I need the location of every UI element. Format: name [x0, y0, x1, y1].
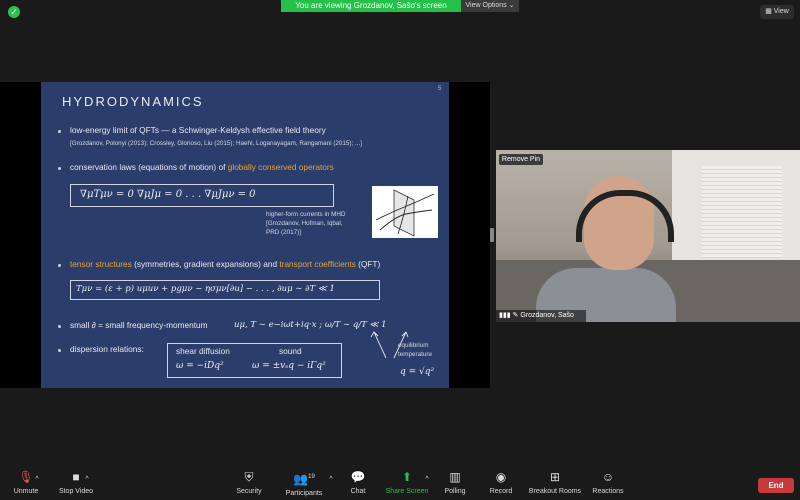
- sound-dispersion-equation: ω = ±vₛq − iΓq²: [252, 361, 326, 371]
- transport-coefficients-highlight: transport coefficients: [279, 259, 356, 269]
- slide-page-number: 5: [438, 86, 442, 92]
- video-options-caret[interactable]: ^: [82, 476, 92, 483]
- membrane-diagram-icon: [375, 189, 435, 237]
- participants-button[interactable]: 👥19 Participants: [282, 470, 326, 497]
- polling-button[interactable]: ▥ Polling: [442, 470, 468, 495]
- view-options-label: View Options: [465, 2, 507, 9]
- security-button[interactable]: ⛨ Security: [232, 470, 266, 495]
- unmute-label: Unmute: [13, 488, 39, 495]
- security-label: Security: [236, 488, 262, 495]
- record-button[interactable]: ◉ Record: [488, 470, 514, 495]
- view-button[interactable]: ▦ View: [760, 5, 794, 19]
- shield-icon: ⛨: [244, 470, 254, 484]
- participants-icon: 👥19: [293, 472, 315, 486]
- bullet-icon: [58, 167, 61, 170]
- participants-label: Participants: [285, 490, 323, 497]
- bullet-tensor: tensor structures (symmetries, gradient …: [70, 259, 380, 269]
- breakout-rooms-button[interactable]: ⊞ Breakout Rooms: [528, 470, 582, 495]
- chevron-down-icon: ⌄: [508, 2, 515, 9]
- shear-diffusion-label: shear diffusion: [176, 346, 230, 356]
- remove-pin-button[interactable]: Remove Pin: [499, 154, 543, 165]
- bar-chart-icon: ▥: [449, 470, 461, 484]
- mhd-note-line3: PRD (2017)]: [266, 229, 301, 236]
- breakout-rooms-label: Breakout Rooms: [528, 488, 582, 495]
- bullet-icon: [58, 325, 61, 328]
- frequency-momentum-equation: uμ, T ∼ e−iωt+iq·x ; ω/T ∼ q/T ≪ 1: [234, 320, 387, 330]
- stop-video-label: Stop Video: [58, 488, 94, 495]
- tensor-end-text: (QFT): [355, 259, 381, 269]
- participant-name-bar: ▮▮▮ ✎ Grozdanov, Sašo: [496, 310, 586, 322]
- chevron-up-icon: ^: [329, 476, 333, 483]
- chevron-up-icon: ^: [85, 476, 89, 483]
- smiley-icon: ☺: [601, 470, 615, 484]
- view-options-button[interactable]: View Options ⌄: [461, 0, 519, 12]
- tensor-mid-text: (symmetries, gradient expansions) and: [131, 259, 280, 269]
- record-label: Record: [489, 488, 513, 495]
- security-shield-icon[interactable]: ✓: [8, 6, 20, 18]
- chat-label: Chat: [350, 488, 366, 495]
- annotation-arrows-icon: [370, 331, 409, 359]
- membrane-figure: [372, 186, 438, 238]
- bullet-icon: [58, 264, 61, 267]
- breakout-rooms-icon: ⊞: [549, 470, 561, 484]
- conserved-operators-highlight: globally conserved operators: [227, 162, 334, 172]
- unpin-icon: ✎: [512, 312, 519, 319]
- end-meeting-button[interactable]: End: [758, 478, 794, 493]
- reactions-button[interactable]: ☺ Reactions: [590, 470, 626, 495]
- signal-strength-icon: ▮▮▮: [499, 312, 511, 319]
- sound-label: sound: [279, 346, 302, 356]
- equilibrium-label: equilibrium: [398, 342, 429, 349]
- split-view-handle[interactable]: [490, 228, 494, 242]
- temperature-label: temperature: [398, 351, 432, 358]
- share-screen-label: Share Screen: [385, 488, 429, 495]
- bullet-icon: [58, 349, 61, 352]
- participants-options-caret[interactable]: ^: [326, 476, 336, 483]
- chat-bubble-icon: 💬: [350, 470, 366, 484]
- view-label: View: [773, 8, 789, 15]
- viewing-banner: You are viewing Grozdanov, Sašo's screen: [281, 0, 461, 12]
- participant-video[interactable]: [496, 150, 800, 322]
- participants-count: 19: [308, 474, 315, 480]
- chevron-up-icon: ^: [35, 476, 39, 483]
- bullet-qft-references: [Grozdanov, Polonyi (2013); Crossley, Gl…: [70, 140, 363, 147]
- share-options-caret[interactable]: ^: [422, 476, 432, 483]
- bullet-dispersion: dispersion relations:: [70, 344, 144, 354]
- chat-button[interactable]: 💬 Chat: [346, 470, 370, 495]
- participant-name: Grozdanov, Sašo: [520, 312, 574, 319]
- shear-dispersion-equation: ω = −iDq²: [176, 361, 224, 371]
- record-icon: ◉: [495, 470, 507, 484]
- bullet-icon: [58, 130, 61, 133]
- window-blind: [702, 166, 782, 258]
- audio-options-caret[interactable]: ^: [32, 476, 42, 483]
- reactions-label: Reactions: [592, 488, 624, 495]
- bullet-conservation: conservation laws (equations of motion) …: [70, 162, 334, 172]
- mhd-note-line1: higher-form currents in MHD: [266, 211, 346, 218]
- mhd-note-line2: [Grozdanov, Hofman, Iqbal,: [266, 220, 343, 227]
- conservation-equations: ∇μTμν = 0 ∇μJμ = 0 . . . ∇μJμν = 0: [80, 189, 256, 200]
- chevron-up-icon: ^: [425, 476, 429, 483]
- grid-view-icon: ▦: [765, 8, 772, 15]
- polling-label: Polling: [444, 488, 466, 495]
- slide-title: HYDRODYNAMICS: [62, 94, 204, 109]
- bullet-qft: low-energy limit of QFTs — a Schwinger-K…: [70, 125, 326, 135]
- tensor-structures-highlight: tensor structures: [70, 259, 132, 269]
- conservation-text: conservation laws (equations of motion) …: [70, 162, 228, 172]
- momentum-magnitude-equation: q = √q²: [400, 367, 435, 377]
- stress-tensor-equation: Tμν = (ε + p) uμuν + pgμν − ησμν[∂u] − .…: [76, 284, 335, 294]
- bullet-small-derivative: small ∂ = small frequency-momentum: [70, 320, 208, 330]
